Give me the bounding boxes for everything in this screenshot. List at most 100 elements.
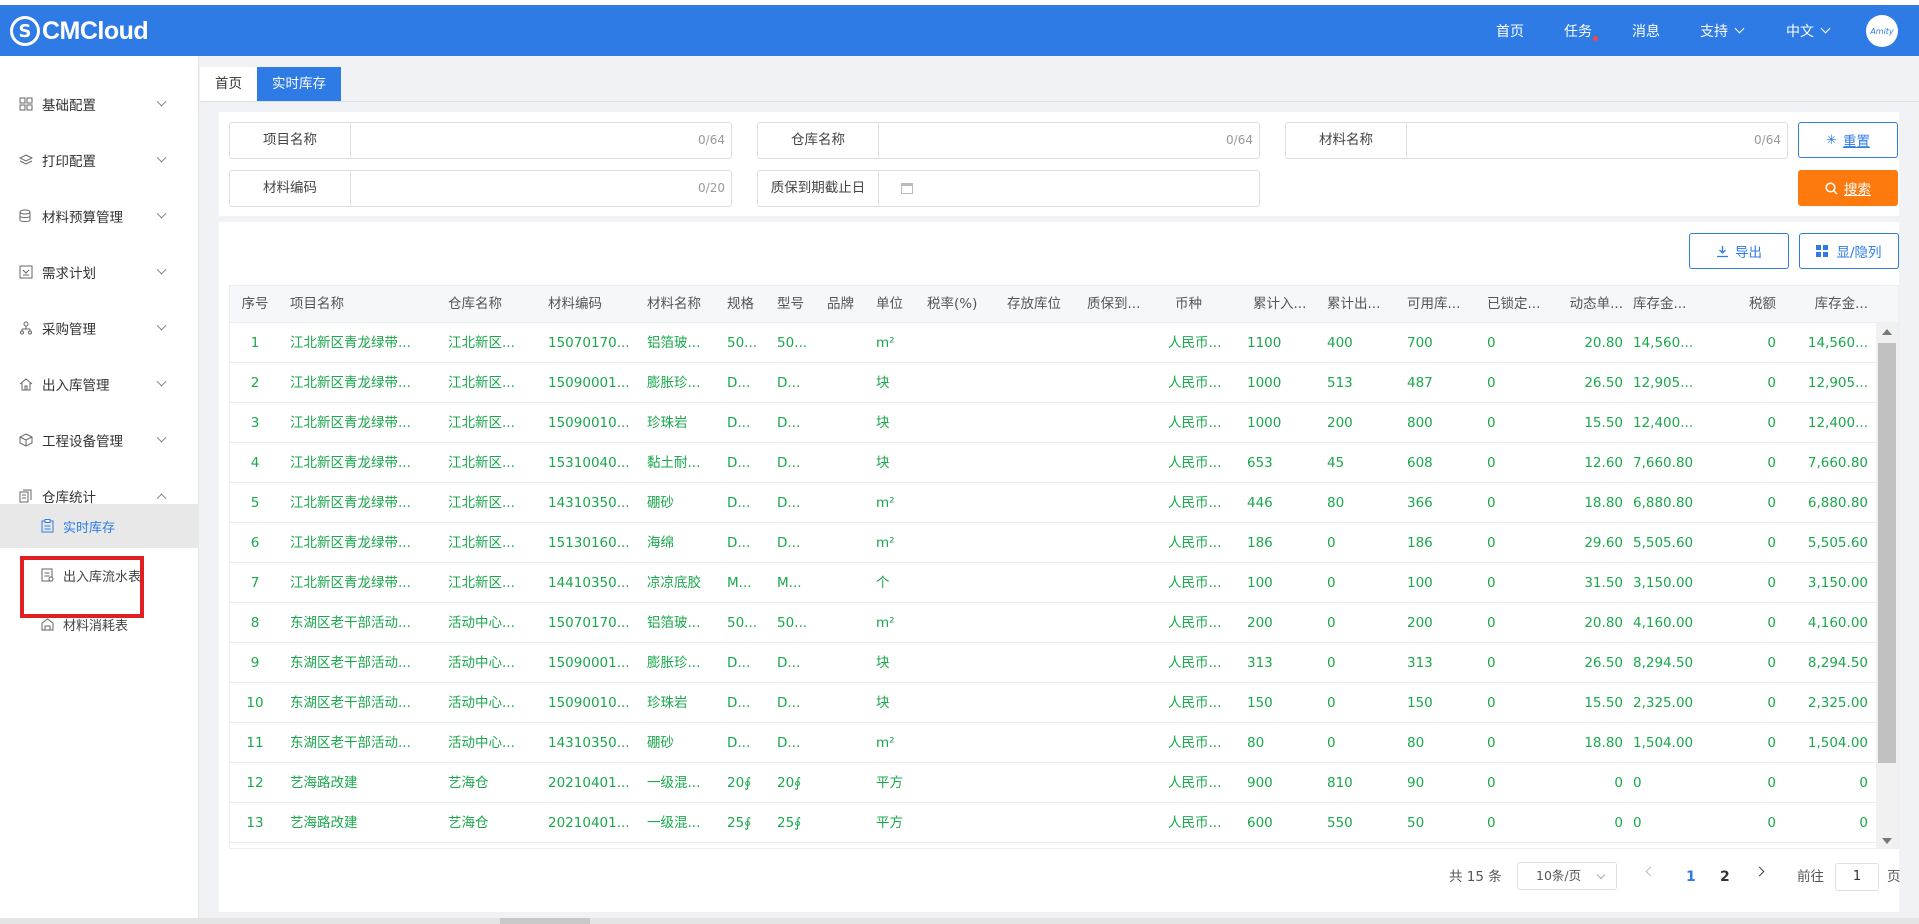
nav-home[interactable]: 首页 [1496, 5, 1524, 56]
sidebar-item-equipment[interactable]: 工程设备管理 [0, 420, 199, 460]
material-name-input[interactable]: 0/64 [1407, 123, 1787, 158]
table-row[interactable]: 9 东湖区老干部活动... 活动中心... 15090001... 膨胀珍... D...… [230, 643, 1877, 683]
column-header[interactable]: 型号 [777, 286, 817, 323]
tabs-divider [200, 101, 1919, 102]
page-size-select[interactable]: 10条/页 [1517, 862, 1617, 890]
table-cell: 1,504.00 [1807, 735, 1868, 751]
table-cell: 150 [1407, 695, 1433, 711]
prev-page-icon[interactable] [1645, 866, 1656, 877]
table-cell: 513 [1327, 375, 1353, 391]
table-cell: 15.50 [1584, 415, 1623, 431]
table-row[interactable]: 10 东湖区老干部活动... 活动中心... 15090010... 珍珠岩 D... D.… [230, 683, 1877, 723]
table-row[interactable]: 5 江北新区青龙绿带... 江北新区... 14310350... 硼砂 D... D...… [230, 483, 1877, 523]
scrollbar-thumb[interactable] [500, 918, 590, 924]
next-page-icon[interactable] [1754, 866, 1765, 877]
table-cell: 50... [727, 615, 758, 631]
column-header[interactable]: 单位 [876, 286, 912, 323]
table-cell: M... [727, 575, 752, 591]
column-header[interactable]: 库存金... [1633, 286, 1705, 323]
logo[interactable]: S CMCloud [10, 15, 149, 47]
table-cell [1007, 363, 1073, 403]
warranty-deadline-field[interactable]: 质保到期截止日 [757, 170, 1260, 207]
table-row[interactable]: 11 东湖区老干部活动... 活动中心... 14310350... 硼砂 D... D..… [230, 723, 1877, 763]
column-header[interactable]: 已锁定... [1487, 286, 1549, 323]
sidebar-item-print-config[interactable]: 打印配置 [0, 140, 199, 180]
table-cell: 硼砂 [647, 735, 674, 751]
column-header[interactable]: 序号 [230, 286, 280, 323]
goto-page-input[interactable]: 1 [1835, 863, 1879, 891]
material-name-field[interactable]: 材料名称 0/64 [1285, 122, 1788, 159]
page-1-button[interactable]: 1 [1686, 862, 1696, 892]
column-header[interactable]: 质保到... [1087, 286, 1149, 323]
page-horizontal-scrollbar[interactable] [0, 918, 1919, 924]
table-cell: 0 [1767, 735, 1776, 751]
search-button[interactable]: 搜索 [1798, 170, 1898, 206]
table-row[interactable]: 7 江北新区青龙绿带... 江北新区... 14410350... 凉凉底胶 M... M.… [230, 563, 1877, 603]
table-row[interactable]: 12 艺海路改建 艺海仓 20210401... 一级混... 20∮ 20∮ 平方 人民币..… [230, 763, 1877, 803]
language-dropdown[interactable]: 中文 [1786, 5, 1831, 56]
column-header[interactable]: 库存金... [1790, 286, 1868, 323]
sidebar-item-budget[interactable]: 材料预算管理 [0, 196, 199, 236]
column-header[interactable]: 材料名称 [647, 286, 713, 323]
reset-button[interactable]: ✳ 重置 [1798, 122, 1898, 158]
material-code-input[interactable]: 0/20 [351, 171, 731, 206]
table-scrollbar[interactable] [1876, 323, 1898, 848]
table-row[interactable]: 1 江北新区青龙绿带... 江北新区... 15070170... 铝箔玻... 50..… [230, 323, 1877, 363]
table-row[interactable]: 6 江北新区青龙绿带... 江北新区... 15130160... 海绵 D... D...… [230, 523, 1877, 563]
column-header[interactable]: 税率(%) [927, 286, 993, 323]
scrollbar-thumb[interactable] [1878, 343, 1896, 763]
table-cell: m² [876, 535, 895, 551]
column-header[interactable]: 仓库名称 [448, 286, 530, 323]
tab-realtime-stock[interactable]: 实时库存 [257, 67, 341, 101]
project-name-input[interactable]: 0/64 [351, 123, 731, 158]
column-header[interactable]: 动态单... [1559, 286, 1623, 323]
sidebar-item-basic-config[interactable]: 基础配置 [0, 84, 199, 124]
toggle-columns-button[interactable]: 显/隐列 [1799, 233, 1899, 269]
tab-home[interactable]: 首页 [200, 67, 257, 101]
column-header[interactable]: 累计出... [1327, 286, 1389, 323]
sidebar-item-purchase[interactable]: 采购管理 [0, 308, 199, 348]
project-name-field[interactable]: 项目名称 0/64 [229, 122, 732, 159]
scroll-down-icon[interactable] [1882, 838, 1892, 844]
table-row[interactable]: 8 东湖区老干部活动... 活动中心... 15070170... 铝箔玻... 50..… [230, 603, 1877, 643]
table-cell: 0 [1859, 815, 1868, 831]
warehouse-name-input[interactable]: 0/64 [879, 123, 1259, 158]
table-row[interactable]: 2 江北新区青龙绿带... 江北新区... 15090001... 膨胀珍... D...… [230, 363, 1877, 403]
nav-messages[interactable]: 消息 [1632, 5, 1660, 56]
table-cell: 江北新区... [448, 495, 515, 511]
page-2-button[interactable]: 2 [1720, 862, 1730, 892]
avatar[interactable]: Amity [1866, 15, 1898, 47]
column-header[interactable]: 可用库... [1407, 286, 1469, 323]
sidebar-subitem-label: 实时库存 [63, 520, 116, 536]
column-header[interactable]: 存放库位 [1007, 286, 1073, 323]
sidebar-item-label: 材料预算管理 [42, 210, 123, 226]
table-cell: D... [777, 495, 801, 511]
table-cell: 江北新区... [448, 375, 515, 391]
table-row[interactable]: 13 艺海路改建 艺海仓 20210401... 一级混... 25∮ 25∮ 平方 人民币..… [230, 803, 1877, 843]
sidebar: 基础配置 打印配置 材料预算管理 需求计划 采购管理 出入库管理 工程设备管理 … [0, 56, 199, 924]
table-cell: 活动中心... [448, 615, 515, 631]
sidebar-item-demand-plan[interactable]: 需求计划 [0, 252, 199, 292]
table-cell: D... [727, 695, 751, 711]
warranty-deadline-picker[interactable] [879, 171, 1259, 206]
column-header[interactable]: 项目名称 [290, 286, 410, 323]
column-header[interactable]: 币种 [1175, 286, 1237, 323]
warehouse-name-field[interactable]: 仓库名称 0/64 [757, 122, 1260, 159]
table-cell [927, 323, 993, 363]
nav-tasks[interactable]: 任务 [1564, 5, 1598, 56]
scroll-up-icon[interactable] [1882, 329, 1892, 335]
table-cell: 4 [250, 455, 260, 471]
column-header[interactable]: 规格 [727, 286, 767, 323]
sidebar-subitem-realtime-stock[interactable]: 实时库存 [0, 504, 199, 548]
sidebar-item-inout[interactable]: 出入库管理 [0, 364, 199, 404]
table-row[interactable]: 4 江北新区青龙绿带... 江北新区... 15310040... 黏土耐... D...… [230, 443, 1877, 483]
material-code-field[interactable]: 材料编码 0/20 [229, 170, 732, 207]
column-header[interactable]: 材料编码 [548, 286, 630, 323]
column-header[interactable]: 税额 [1720, 286, 1776, 323]
table-row[interactable]: 3 江北新区青龙绿带... 江北新区... 15090010... 珍珠岩 D... D..… [230, 403, 1877, 443]
column-header[interactable]: 品牌 [827, 286, 863, 323]
export-button[interactable]: 导出 [1689, 233, 1789, 269]
nav-support-dropdown[interactable]: 支持 [1700, 5, 1745, 56]
table-cell [1007, 603, 1073, 643]
column-header[interactable]: 累计入... [1253, 286, 1315, 323]
